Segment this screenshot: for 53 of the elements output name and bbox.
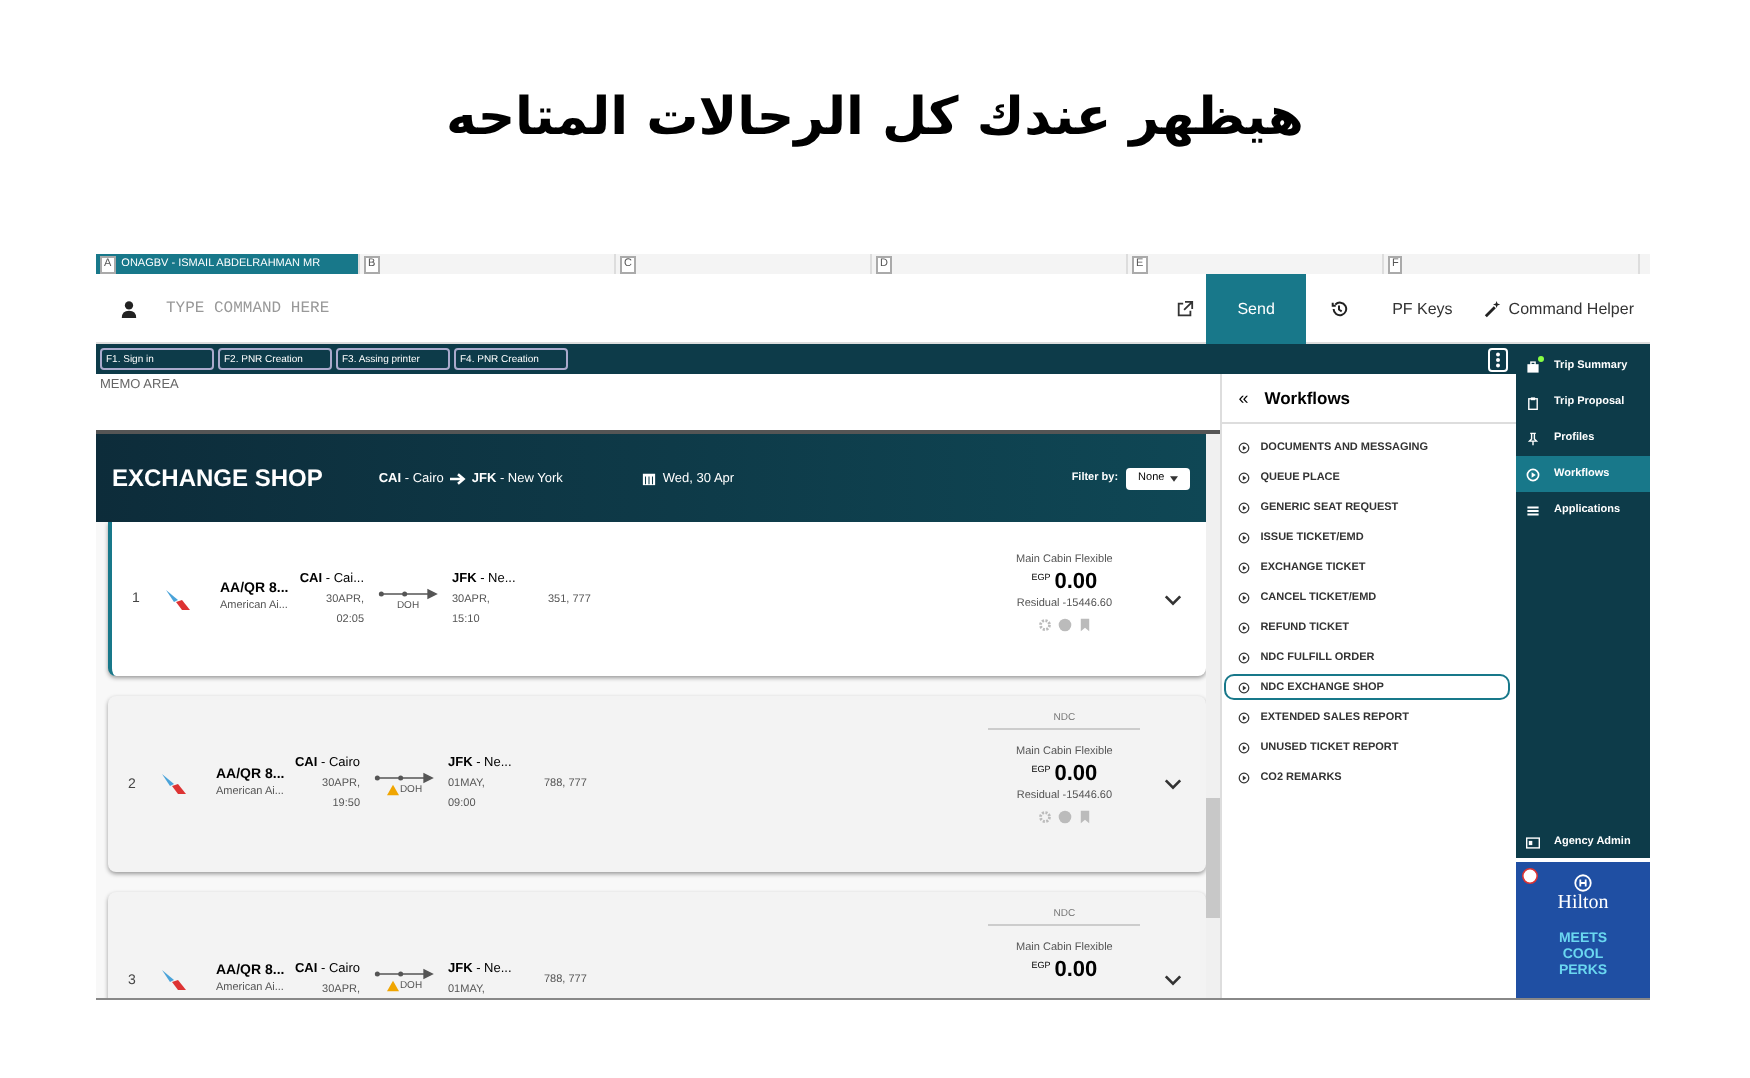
airline-logo-icon	[164, 585, 192, 613]
user-icon	[120, 299, 138, 317]
play-circle-icon	[1238, 591, 1251, 603]
circle-icon[interactable]	[1057, 618, 1072, 632]
scrollbar[interactable]	[1206, 434, 1221, 998]
command-helper-button[interactable]: Command Helper	[1468, 299, 1650, 317]
pf-keys-button[interactable]: PF Keys	[1376, 299, 1469, 317]
list-icon	[1526, 503, 1540, 517]
airline-logo-icon	[160, 770, 188, 798]
history-icon[interactable]	[1330, 299, 1349, 317]
calendar-icon	[642, 471, 657, 485]
hotel-brand: Hilton	[1557, 892, 1609, 916]
play-circle-icon	[1238, 621, 1251, 633]
bookmark-icon[interactable]	[1077, 618, 1092, 632]
send-button[interactable]: Send	[1206, 273, 1307, 343]
play-circle-icon	[1238, 771, 1251, 783]
chevron-down-icon[interactable]	[1164, 778, 1183, 790]
briefcase-icon	[1526, 359, 1540, 373]
fare-amount: 0.00	[1054, 762, 1098, 786]
collapse-icon[interactable]: «	[1238, 388, 1249, 408]
play-circle-icon	[1238, 741, 1251, 753]
play-circle-icon	[1238, 501, 1251, 513]
workflows-title: Workflows	[1264, 388, 1351, 408]
arrow-icon	[449, 471, 466, 485]
play-circle-icon	[1238, 651, 1251, 663]
play-circle-icon	[1238, 561, 1251, 573]
play-circle-icon	[1238, 711, 1251, 723]
badge-icon	[1522, 868, 1538, 884]
route-line-icon	[374, 772, 434, 784]
route-line-icon	[374, 968, 434, 980]
bookmark-icon[interactable]	[1077, 810, 1092, 824]
external-link-icon[interactable]	[1176, 299, 1195, 317]
slide-title: هيظهر عندك كل الرحالات المتاحه	[446, 86, 1304, 152]
wand-icon	[1484, 299, 1503, 317]
circle-icon[interactable]	[1057, 810, 1072, 824]
exchange-shop-title: EXCHANGE SHOP	[112, 464, 323, 492]
play-circle-icon	[1238, 441, 1251, 453]
clipboard-icon	[1526, 395, 1540, 409]
chevron-down-icon[interactable]	[1164, 974, 1183, 986]
caret-icon	[1170, 475, 1179, 481]
pin-icon	[1526, 431, 1540, 445]
play-icon	[1526, 467, 1540, 481]
fare-amount: 0.00	[1054, 958, 1098, 982]
play-circle-icon	[1238, 471, 1251, 483]
play-circle-icon	[1238, 531, 1251, 543]
id-card-icon	[1526, 835, 1540, 849]
route-line-icon	[378, 587, 438, 599]
airline-logo-icon	[160, 966, 188, 994]
play-circle-icon	[1238, 681, 1251, 693]
chevron-down-icon[interactable]	[1164, 593, 1183, 605]
hotel-logo-icon	[1574, 874, 1592, 892]
fare-amount: 0.00	[1054, 570, 1098, 594]
more-options-icon[interactable]	[1488, 347, 1508, 371]
